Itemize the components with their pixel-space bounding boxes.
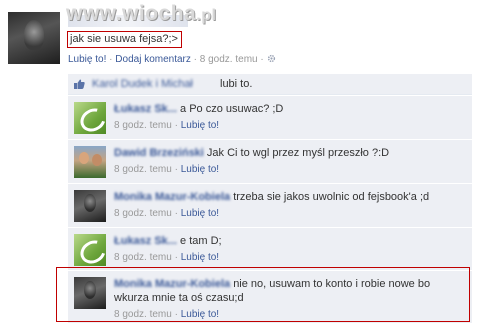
comment-timestamp[interactable]: 8 godz. temu: [114, 309, 172, 320]
commenter-avatar[interactable]: [74, 146, 106, 178]
comment-author[interactable]: Łukasz Sk...: [114, 103, 177, 115]
watermark: www.wiocha.pl: [66, 2, 217, 25]
comment-like-link[interactable]: Lubię to!: [181, 164, 219, 175]
comment-text: Jak Ci to wgl przez myśl przeszło ?:D: [206, 147, 390, 159]
comment-item: Dawid Brzeziński Jak Ci to wgl przez myś…: [68, 140, 472, 184]
comment-item: Łukasz Sk... e tam D; 8 godz. temu · Lub…: [68, 228, 472, 271]
comment-timestamp[interactable]: 8 godz. temu: [114, 164, 172, 175]
post-text-content: jak sie usuwa fejsa?;>: [70, 33, 178, 45]
commenter-avatar[interactable]: [74, 234, 106, 266]
comment-text: a Po czo usuwac? ;D: [180, 103, 284, 115]
comment-timestamp[interactable]: 8 godz. temu: [114, 252, 172, 263]
commenter-avatar[interactable]: [74, 277, 106, 309]
comment-author[interactable]: Monika Mazur-Kobiela: [114, 191, 230, 203]
comment-like-link[interactable]: Lubię to!: [181, 309, 219, 320]
comment-item: Monika Mazur-Kobiela trzeba sie jakos uw…: [68, 184, 472, 228]
add-comment-link[interactable]: Dodaj komentarz: [115, 54, 191, 65]
comment-text: e tam D;: [180, 235, 222, 247]
likes-suffix: lubi to.: [220, 78, 253, 90]
comment-text: trzeba sie jakos uwolnic od fejsbook'a ;…: [233, 191, 430, 203]
comment-author[interactable]: Dawid Brzeziński: [114, 147, 204, 159]
post-text: jak sie usuwa fejsa?;>: [67, 31, 182, 48]
gear-icon[interactable]: [267, 54, 276, 63]
commenter-avatar[interactable]: [74, 190, 106, 222]
commenter-avatar[interactable]: [74, 102, 106, 134]
comment-like-link[interactable]: Lubię to!: [181, 208, 219, 219]
likes-summary: Karol Dudek i Michał lubi to.: [68, 74, 472, 95]
comment-author[interactable]: Łukasz Sk...: [114, 235, 177, 247]
comment-timestamp[interactable]: 8 godz. temu: [114, 120, 172, 131]
comment-item-highlighted: Monika Mazur-Kobiela nie no, usuwam to k…: [68, 271, 472, 324]
post-timestamp[interactable]: 8 godz. temu: [200, 54, 258, 65]
post-meta: Lubię to! · Dodaj komentarz · 8 godz. te…: [68, 54, 276, 65]
likers-names[interactable]: Karol Dudek i Michał: [92, 78, 193, 90]
thumbs-up-icon: [74, 79, 85, 89]
comment-like-link[interactable]: Lubię to!: [181, 252, 219, 263]
post-like-link[interactable]: Lubię to!: [68, 54, 106, 65]
post-author-avatar[interactable]: [8, 12, 60, 64]
comment-item: Łukasz Sk... a Po czo usuwac? ;D 8 godz.…: [68, 96, 472, 140]
comment-timestamp[interactable]: 8 godz. temu: [114, 208, 172, 219]
comment-author[interactable]: Monika Mazur-Kobiela: [114, 278, 230, 290]
comment-like-link[interactable]: Lubię to!: [181, 120, 219, 131]
